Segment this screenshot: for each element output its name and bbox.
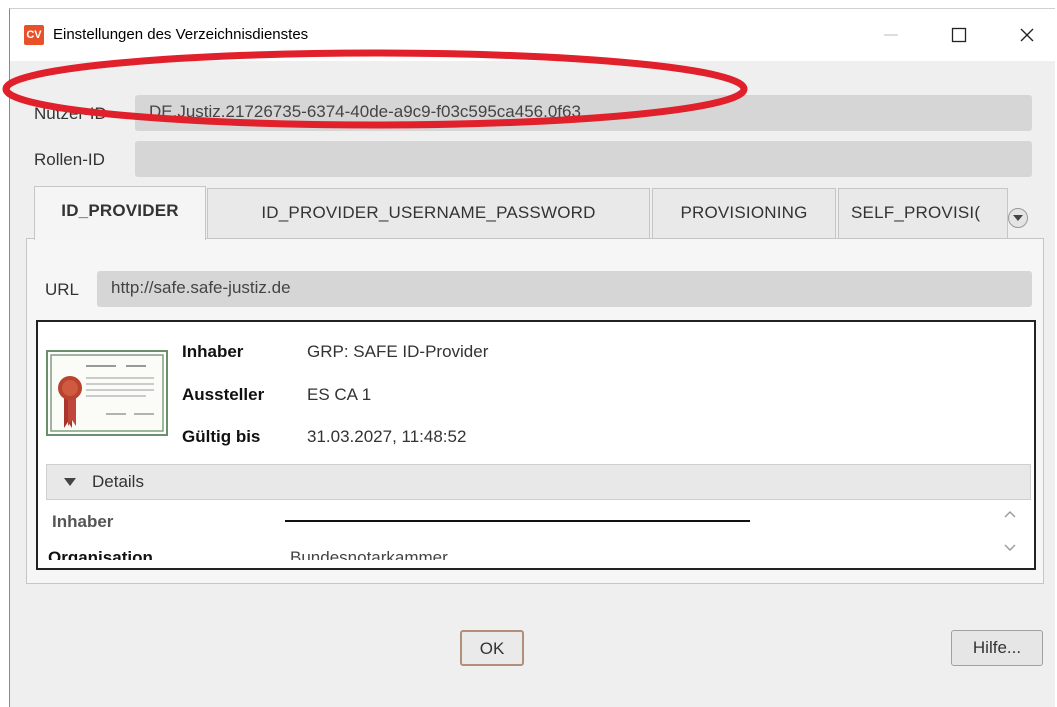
- certificate-icon: [46, 350, 168, 436]
- tab-overflow-icon: [1013, 215, 1023, 221]
- scroll-down-icon: [1004, 544, 1016, 551]
- maximize-button[interactable]: [940, 19, 978, 51]
- details-scroll-area: Organisation Bundesnotarkammer: [48, 540, 998, 560]
- details-row-value: Bundesnotarkammer: [290, 548, 448, 560]
- details-toggle[interactable]: Details: [46, 464, 1031, 500]
- tab-id-provider-username-password[interactable]: ID_PROVIDER_USERNAME_PASSWORD: [207, 188, 650, 238]
- minimize-button[interactable]: [872, 19, 910, 51]
- details-label: Details: [92, 472, 144, 491]
- user-id-label: Nutzer-ID: [34, 104, 107, 123]
- scroll-up-icon: [1004, 511, 1016, 518]
- cert-valid-value: 31.03.2027, 11:48:52: [307, 427, 467, 446]
- cert-issuer-value: ES CA 1: [307, 385, 372, 404]
- details-divider: [285, 520, 750, 522]
- minimize-icon: [884, 34, 898, 36]
- url-label: URL: [45, 280, 80, 299]
- cert-valid-label: Gültig bis: [182, 427, 261, 446]
- ok-button[interactable]: OK: [460, 630, 524, 666]
- role-id-label: Rollen-ID: [34, 150, 105, 169]
- user-id-field[interactable]: DE.Justiz.21726735-6374-40de-a9c9-f03c59…: [135, 95, 1032, 131]
- details-row-label: Organisation: [48, 548, 153, 560]
- url-field[interactable]: http://safe.safe-justiz.de: [97, 271, 1032, 307]
- tab-overflow-button[interactable]: [1008, 208, 1028, 228]
- collapse-triangle-icon: [64, 478, 76, 486]
- tab-self-provisioning[interactable]: SELF_PROVISI(: [838, 188, 1008, 238]
- role-id-field[interactable]: [135, 141, 1032, 177]
- scroll-down-button[interactable]: [1003, 540, 1021, 556]
- help-button[interactable]: Hilfe...: [951, 630, 1043, 666]
- cert-holder-label: Inhaber: [182, 342, 244, 361]
- maximize-icon: [951, 27, 967, 43]
- title-bar: CV Einstellungen des Verzeichnisdienstes: [10, 9, 1055, 61]
- scroll-up-button[interactable]: [1003, 506, 1021, 522]
- tab-id-provider[interactable]: ID_PROVIDER: [34, 186, 206, 240]
- window-title: Einstellungen des Verzeichnisdienstes: [53, 26, 309, 43]
- cert-issuer-label: Aussteller: [182, 385, 265, 404]
- details-row-label: Inhaber: [52, 512, 114, 531]
- cert-holder-value: GRP: SAFE ID-Provider: [307, 342, 489, 361]
- app-logo-icon: CV: [24, 25, 44, 45]
- close-icon: [1020, 28, 1034, 42]
- close-button[interactable]: [1008, 19, 1046, 51]
- tab-provisioning[interactable]: PROVISIONING: [652, 188, 836, 238]
